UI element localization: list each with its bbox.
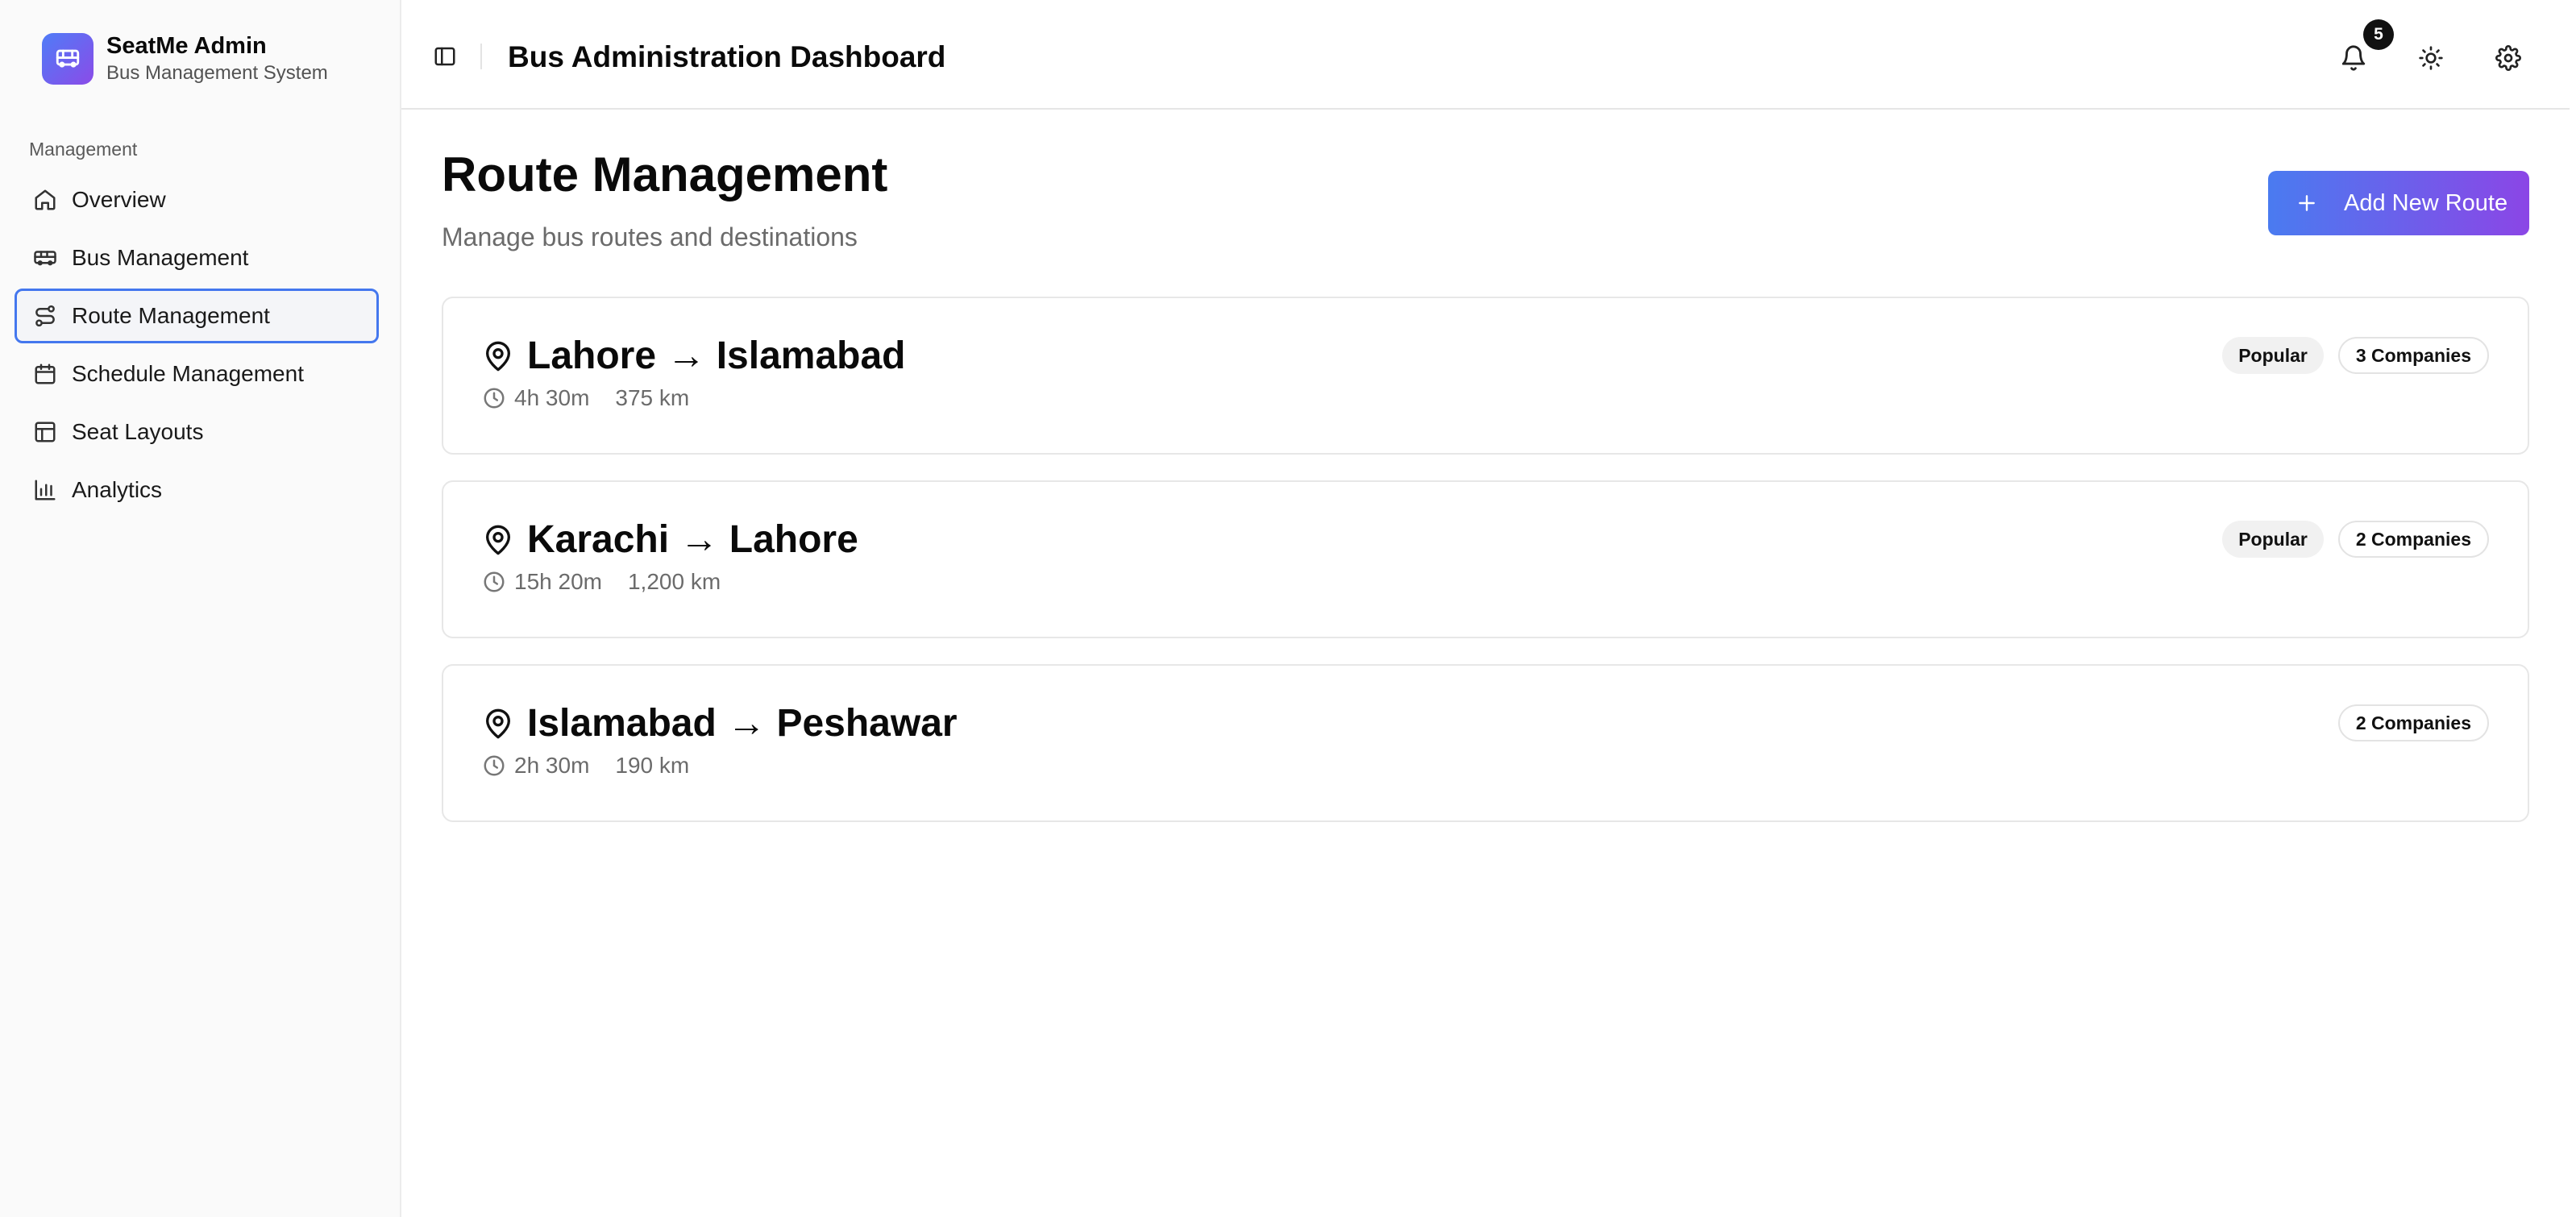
companies-badge: 2 Companies	[2337, 521, 2489, 558]
sidebar-item-seat-layouts[interactable]: Seat Layouts	[15, 405, 379, 459]
calendar-icon	[31, 360, 59, 388]
route-badges: 2 Companies	[2324, 704, 2489, 741]
sidebar-item-label: Schedule Management	[72, 361, 304, 386]
sidebar-item-label: Bus Management	[72, 245, 249, 270]
route-meta: 4h 30m 375 km	[482, 385, 689, 411]
notification-count-badge: 5	[2363, 19, 2394, 50]
route-card[interactable]: Islamabad → Peshawar 2h 30m 190 km 2 Com…	[442, 664, 2529, 822]
route-duration: 15h 20m	[514, 569, 602, 594]
bar-chart-icon	[31, 476, 59, 504]
map-pin-icon	[482, 340, 514, 372]
gear-icon	[2495, 45, 2521, 71]
bus-icon	[31, 244, 59, 272]
theme-toggle-button[interactable]	[2412, 39, 2450, 77]
route-list: Lahore → Islamabad 4h 30m 375 km Popular…	[442, 297, 2529, 848]
route-icon	[31, 302, 59, 330]
header-title: Bus Administration Dashboard	[508, 40, 946, 73]
sidebar-item-analytics[interactable]: Analytics	[15, 463, 379, 517]
sidebar-item-schedule-management[interactable]: Schedule Management	[15, 347, 379, 401]
add-new-route-button[interactable]: Add New Route	[2268, 171, 2529, 235]
route-name: Karachi → Lahore	[527, 518, 858, 561]
route-name: Lahore → Islamabad	[527, 334, 906, 377]
sidebar-item-route-management[interactable]: Route Management	[15, 289, 379, 343]
sun-icon	[2418, 45, 2444, 71]
header-divider	[480, 44, 482, 69]
sidebar-item-label: Overview	[72, 187, 166, 212]
sidebar-item-bus-management[interactable]: Bus Management	[15, 231, 379, 285]
companies-badge: 3 Companies	[2337, 337, 2489, 374]
sidebar-item-overview[interactable]: Overview	[15, 172, 379, 227]
brand[interactable]: SeatMe Admin Bus Management System	[42, 32, 328, 85]
top-header: Bus Administration Dashboard	[401, 6, 2570, 110]
plus-icon	[2296, 192, 2318, 214]
route-badges: Popular 3 Companies	[2208, 337, 2489, 374]
add-new-route-label: Add New Route	[2344, 189, 2508, 216]
route-distance: 190 km	[615, 753, 690, 778]
brand-name: SeatMe Admin	[106, 33, 267, 59]
companies-badge: 2 Companies	[2337, 704, 2489, 741]
home-icon	[31, 186, 59, 214]
page-title: Route Management	[442, 147, 888, 201]
route-name: Islamabad → Peshawar	[527, 702, 958, 745]
route-card[interactable]: Karachi → Lahore 15h 20m 1,200 km Popula…	[442, 480, 2529, 638]
bus-icon	[42, 33, 93, 85]
sidebar-toggle-icon[interactable]	[430, 42, 459, 71]
map-pin-icon	[482, 524, 514, 556]
route-meta: 15h 20m 1,200 km	[482, 569, 721, 595]
brand-subtitle: Bus Management System	[106, 62, 328, 84]
popular-badge: Popular	[2222, 337, 2324, 374]
sidebar: SeatMe Admin Bus Management System Manag…	[0, 0, 401, 1217]
settings-button[interactable]	[2489, 39, 2528, 77]
page-subtitle: Manage bus routes and destinations	[442, 222, 858, 251]
route-card[interactable]: Lahore → Islamabad 4h 30m 375 km Popular…	[442, 297, 2529, 455]
sidebar-nav: Overview Bus Management Route Management…	[15, 172, 379, 521]
route-duration: 2h 30m	[514, 753, 590, 778]
route-distance: 1,200 km	[627, 569, 721, 594]
popular-badge: Popular	[2222, 521, 2324, 558]
bell-icon	[2340, 44, 2367, 72]
map-pin-icon	[482, 708, 514, 740]
app-root: SeatMe Admin Bus Management System Manag…	[0, 0, 2576, 1217]
route-duration: 4h 30m	[514, 385, 590, 410]
clock-icon	[482, 386, 506, 410]
sidebar-item-label: Seat Layouts	[72, 419, 204, 444]
sidebar-item-label: Analytics	[72, 477, 163, 502]
layout-icon	[31, 418, 59, 446]
sidebar-group-label: Management	[29, 139, 138, 160]
sidebar-item-label: Route Management	[72, 303, 270, 328]
clock-icon	[482, 570, 506, 594]
clock-icon	[482, 754, 506, 778]
route-meta: 2h 30m 190 km	[482, 753, 689, 779]
route-distance: 375 km	[615, 385, 690, 410]
route-badges: Popular 2 Companies	[2208, 521, 2489, 558]
